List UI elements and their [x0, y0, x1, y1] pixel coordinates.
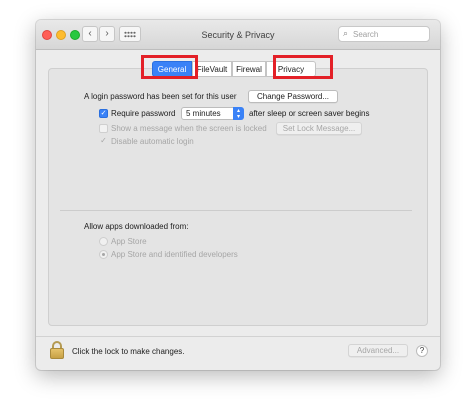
- lock-text: Click the lock to make changes.: [72, 347, 185, 356]
- search-field[interactable]: ⌕: [338, 26, 430, 42]
- close-button[interactable]: [42, 30, 52, 40]
- allow-apps-heading: Allow apps downloaded from:: [84, 222, 189, 231]
- tab-firewall[interactable]: Firewal: [232, 61, 266, 77]
- advanced-button[interactable]: Advanced...: [348, 344, 408, 357]
- disable-auto-login-label: Disable automatic login: [111, 137, 194, 146]
- lock-icon[interactable]: [50, 341, 64, 359]
- radio-app-store-identified[interactable]: [99, 250, 108, 259]
- search-input[interactable]: [353, 28, 427, 40]
- section-divider: [60, 210, 412, 211]
- footer-divider: [36, 336, 440, 337]
- zoom-button[interactable]: [70, 30, 80, 40]
- radio-app-store-label: App Store: [111, 237, 147, 246]
- set-lock-message-button[interactable]: Set Lock Message...: [276, 122, 362, 135]
- forward-button[interactable]: ›: [99, 26, 115, 42]
- preferences-window: ‹ › Security & Privacy ⌕ General FileVau…: [36, 20, 440, 370]
- search-icon: ⌕: [343, 28, 349, 38]
- window-title: Security & Privacy: [201, 30, 275, 40]
- highlight-box-privacy: [273, 55, 333, 79]
- disable-auto-login-checkbox[interactable]: ✓: [99, 137, 108, 146]
- grid-icon: [124, 31, 136, 38]
- after-sleep-text: after sleep or screen saver begins: [249, 109, 370, 118]
- tab-filevault[interactable]: FileVault: [192, 61, 232, 77]
- show-message-label: Show a message when the screen is locked: [111, 124, 267, 133]
- title-bar: ‹ › Security & Privacy ⌕: [36, 20, 440, 50]
- minimize-button[interactable]: [56, 30, 66, 40]
- lock-body: [50, 348, 64, 359]
- login-password-text: A login password has been set for this u…: [84, 92, 237, 101]
- show-message-checkbox[interactable]: [99, 124, 108, 133]
- require-password-delay-value: 5 minutes: [186, 109, 221, 118]
- change-password-button[interactable]: Change Password...: [248, 90, 338, 103]
- radio-app-store[interactable]: [99, 237, 108, 246]
- back-button[interactable]: ‹: [82, 26, 98, 42]
- chevron-updown-icon: ▴ ▾: [233, 107, 244, 120]
- require-password-checkbox[interactable]: ✓: [99, 109, 108, 118]
- show-all-button[interactable]: [119, 26, 141, 42]
- radio-app-store-identified-label: App Store and identified developers: [111, 250, 238, 259]
- require-password-delay-select[interactable]: 5 minutes ▴ ▾: [181, 107, 244, 120]
- highlight-box-general: [141, 55, 198, 79]
- require-password-label: Require password: [111, 109, 176, 118]
- help-button[interactable]: ?: [416, 345, 428, 357]
